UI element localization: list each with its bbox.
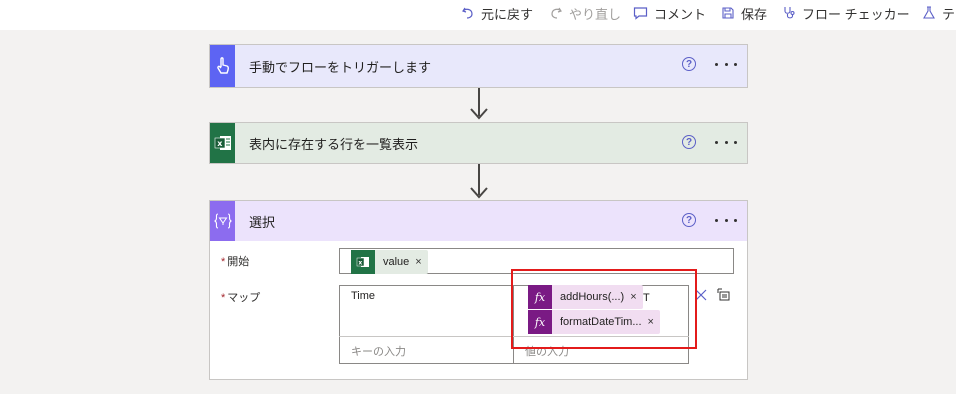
switch-mode-icon[interactable] bbox=[717, 288, 731, 302]
flow-checker-button[interactable]: フロー チェッカー bbox=[782, 3, 910, 23]
undo-icon bbox=[462, 7, 473, 19]
save-label: 保存 bbox=[741, 6, 768, 22]
more-options-icon[interactable] bbox=[715, 212, 737, 228]
select-step-title: 選択 bbox=[249, 214, 276, 230]
test-label: テ bbox=[942, 6, 956, 22]
redo-label: やり直し bbox=[569, 6, 622, 22]
touch-icon bbox=[210, 45, 235, 87]
svg-text:x: x bbox=[358, 260, 362, 267]
help-icon[interactable]: ? bbox=[682, 135, 696, 149]
save-icon bbox=[722, 7, 734, 19]
trigger-step-card[interactable]: 手動でフローをトリガーします ? bbox=[209, 44, 748, 88]
key-placeholder[interactable]: キーの入力 bbox=[351, 343, 406, 359]
stethoscope-icon bbox=[784, 7, 795, 19]
command-bar: 元に戻す やり直し コメント 保存 フロー チェッカー テ bbox=[0, 0, 956, 30]
excel-icon: x bbox=[210, 123, 235, 163]
highlight-box bbox=[511, 269, 697, 349]
close-icon[interactable]: × bbox=[415, 256, 427, 268]
comment-icon bbox=[633, 7, 648, 20]
comment-label: コメント bbox=[654, 6, 707, 22]
value-token-label: value bbox=[383, 256, 410, 268]
map-key-input[interactable]: Time bbox=[351, 290, 375, 302]
help-icon[interactable]: ? bbox=[682, 57, 696, 71]
select-icon bbox=[210, 201, 235, 241]
save-button[interactable]: 保存 bbox=[721, 3, 767, 23]
test-button[interactable]: テ bbox=[922, 3, 955, 23]
help-icon[interactable]: ? bbox=[682, 213, 696, 227]
map-field-label: * マップ bbox=[221, 292, 261, 304]
comment-button[interactable]: コメント bbox=[633, 3, 706, 23]
more-options-icon[interactable] bbox=[715, 134, 737, 150]
flow-checker-label: フロー チェッカー bbox=[802, 6, 910, 22]
more-options-icon[interactable] bbox=[715, 56, 737, 72]
redo-button[interactable]: やり直し bbox=[549, 3, 621, 23]
value-token[interactable]: x value × bbox=[351, 250, 428, 274]
excel-step-title: 表内に存在する行を一覧表示 bbox=[249, 136, 419, 152]
redo-icon bbox=[551, 7, 562, 19]
undo-label: 元に戻す bbox=[481, 6, 534, 22]
from-field-label: * 開始 bbox=[221, 256, 250, 268]
undo-button[interactable]: 元に戻す bbox=[461, 3, 533, 23]
trigger-step-title: 手動でフローをトリガーします bbox=[249, 59, 432, 75]
excel-icon: x bbox=[351, 250, 375, 274]
arrow-down-icon bbox=[470, 108, 488, 120]
svg-text:x: x bbox=[217, 139, 223, 148]
flask-icon bbox=[923, 6, 935, 19]
arrow-down-icon bbox=[470, 187, 488, 199]
excel-step-card[interactable]: x 表内に存在する行を一覧表示 ? bbox=[209, 122, 748, 164]
